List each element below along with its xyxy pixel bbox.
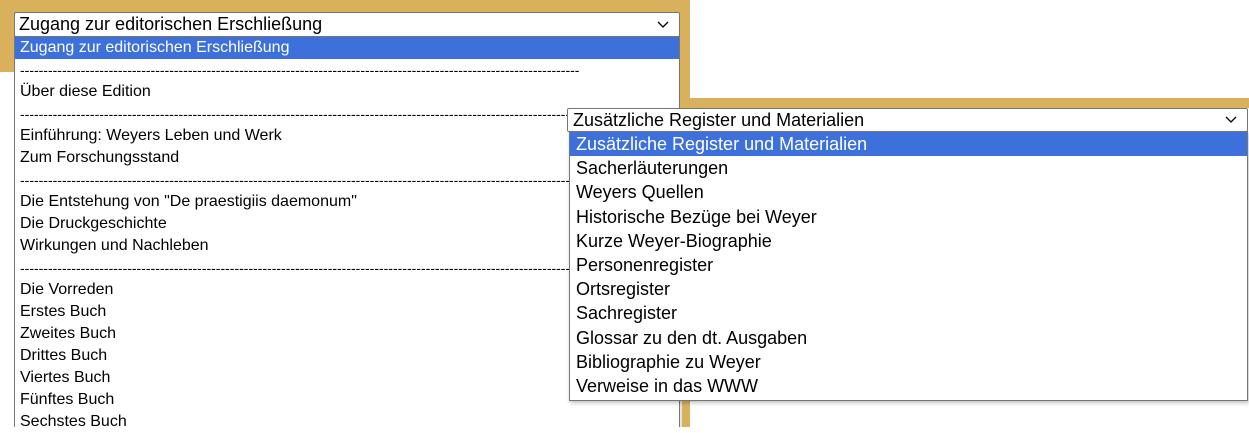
- chevron-down-icon: [1225, 116, 1237, 123]
- dropdown-option[interactable]: Weyers Quellen: [570, 180, 1247, 204]
- dropdown-option[interactable]: Glossar zu den dt. Ausgaben: [570, 326, 1247, 350]
- dropdown-option[interactable]: Verweise in das WWW: [570, 374, 1247, 398]
- dropdown-option[interactable]: Ortsregister: [570, 277, 1247, 301]
- dropdown-option[interactable]: Historische Bezüge bei Weyer: [570, 205, 1247, 229]
- divider: [680, 401, 682, 427]
- chevron-down-icon: [657, 21, 669, 28]
- dropdown-option[interactable]: Sachregister: [570, 301, 1247, 325]
- select-value: Zugang zur editorischen Erschließung: [19, 14, 323, 34]
- dropdown-option[interactable]: Zugang zur editorischen Erschließung: [15, 37, 679, 59]
- registers-materials-dropdown-list: Zusätzliche Register und Materialien Sach…: [569, 131, 1248, 401]
- select-value: Zusätzliche Register und Materialien: [573, 109, 865, 130]
- dropdown-option[interactable]: Über diese Edition: [15, 81, 679, 103]
- dropdown-option[interactable]: Personenregister: [570, 253, 1247, 277]
- dropdown-option[interactable]: Zusätzliche Register und Materialien: [570, 132, 1247, 157]
- dropdown-option[interactable]: Kurze Weyer-Biographie: [570, 229, 1247, 253]
- dropdown-option[interactable]: Sacherläuterungen: [570, 156, 1247, 180]
- edition-access-select[interactable]: Zugang zur editorischen Erschließung: [14, 12, 680, 37]
- dropdown-option[interactable]: Bibliographie zu Weyer: [570, 350, 1247, 374]
- dropdown-option[interactable]: Sechstes Buch: [15, 411, 679, 433]
- separator-option: ----------------------------------------…: [20, 62, 580, 78]
- registers-materials-select[interactable]: Zusätzliche Register und Materialien: [567, 108, 1248, 132]
